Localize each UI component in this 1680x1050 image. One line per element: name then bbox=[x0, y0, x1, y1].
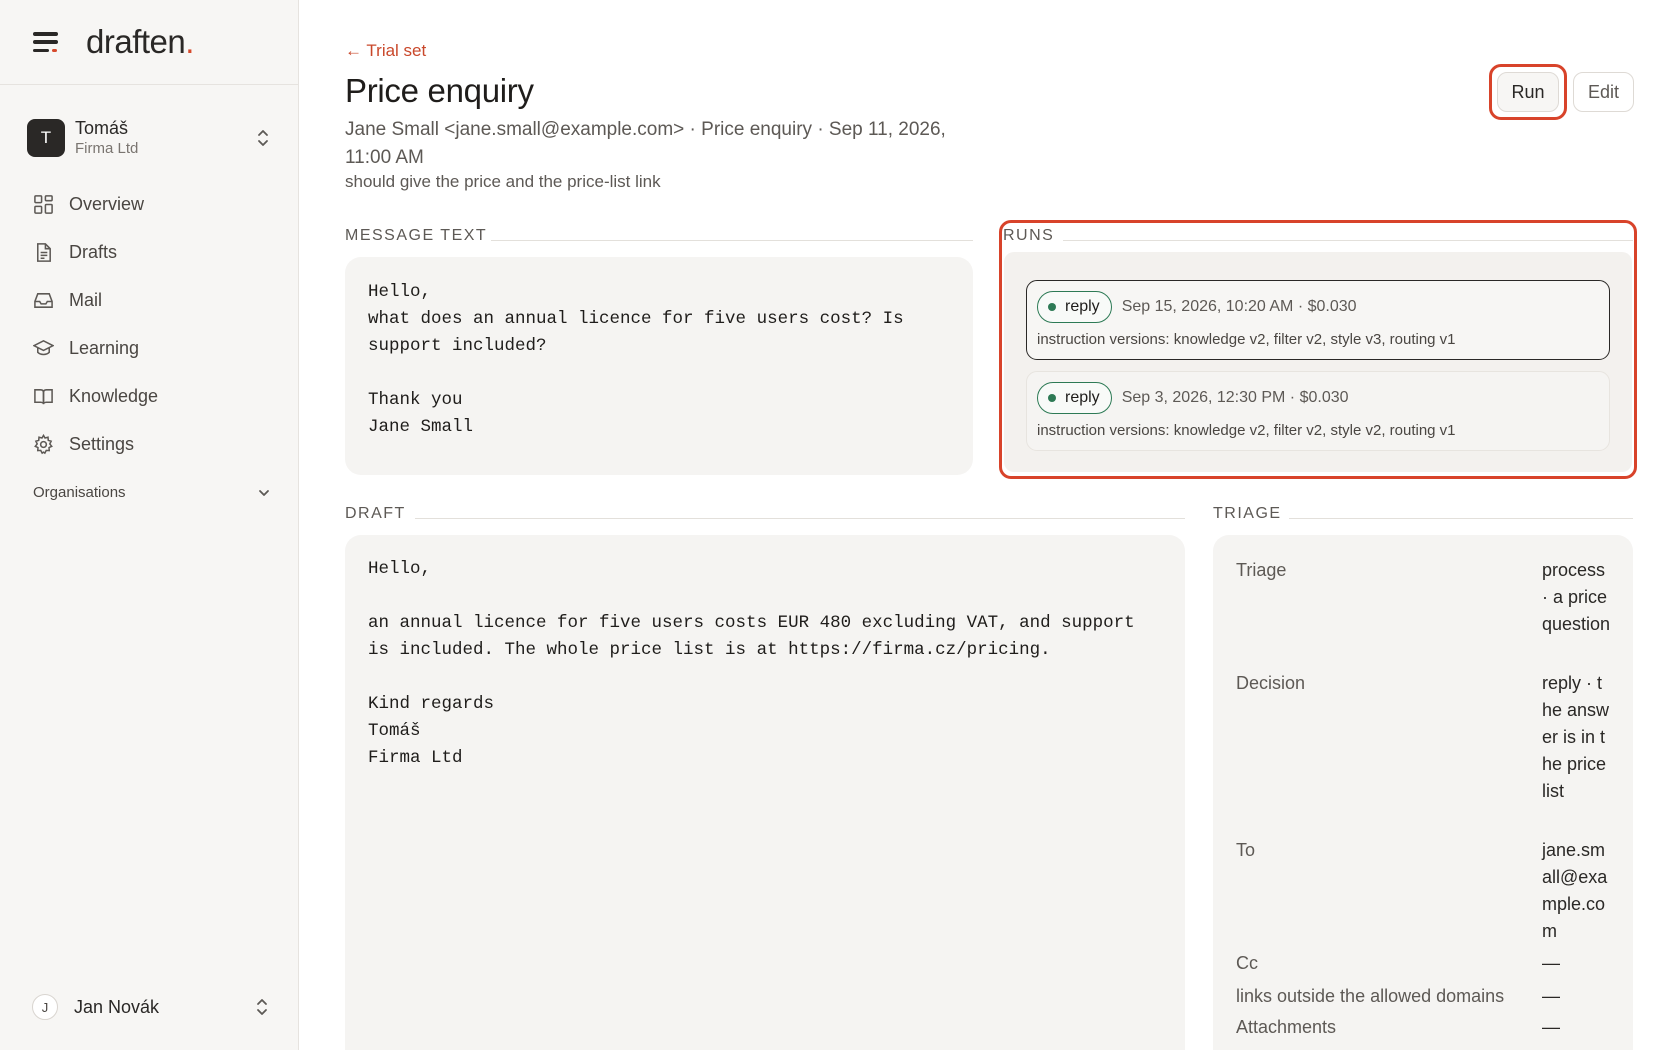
graduation-cap-icon bbox=[32, 337, 54, 359]
section-divider bbox=[1063, 240, 1633, 241]
triage-value: — bbox=[1542, 986, 1560, 1006]
section-divider bbox=[415, 518, 1185, 519]
status-badge: reply bbox=[1037, 291, 1112, 323]
triage-key: Attachments bbox=[1236, 1017, 1337, 1037]
chevron-up-down-icon bbox=[255, 127, 271, 149]
triage-key: Decision bbox=[1236, 673, 1306, 693]
message-card: Hello, what does an annual licence for f… bbox=[345, 257, 973, 475]
draft-label: DRAFT bbox=[345, 505, 406, 522]
runs-label: RUNS bbox=[1003, 227, 1055, 244]
inbox-icon bbox=[32, 289, 54, 311]
run-timestamp-cost: Sep 15, 2026, 10:20 AM · $0.030 bbox=[1121, 298, 1357, 315]
run-instruction-versions: instruction versions: knowledge v2, filt… bbox=[1037, 422, 1456, 439]
organisations-label: Organisations bbox=[33, 484, 126, 501]
org-name: Tomáš bbox=[75, 118, 129, 138]
triage-key: links outside the allowed domains bbox=[1236, 986, 1505, 1006]
document-icon bbox=[32, 241, 54, 263]
logo-dot: . bbox=[185, 23, 194, 60]
message-meta: Jane Small <jane.small@example.com> · Pr… bbox=[345, 119, 946, 168]
triage-value: — bbox=[1542, 953, 1560, 973]
back-link[interactable]: ← Trial set bbox=[345, 41, 426, 61]
status-badge: reply bbox=[1037, 382, 1112, 414]
triage-key: To bbox=[1236, 840, 1256, 860]
run-header: reply Sep 3, 2026, 12:30 PM · $0.030 bbox=[1037, 382, 1349, 414]
run-instruction-versions: instruction versions: knowledge v2, filt… bbox=[1037, 331, 1456, 348]
status-dot-icon bbox=[1048, 394, 1056, 402]
sidebar-item-drafts[interactable]: Drafts bbox=[27, 228, 271, 276]
user-avatar: J bbox=[32, 994, 58, 1020]
sidebar-item-label: Settings bbox=[69, 433, 135, 454]
triage-value: jane.small@example.com bbox=[1542, 840, 1608, 941]
section-divider bbox=[1289, 518, 1633, 519]
chevron-up-down-icon bbox=[254, 996, 270, 1018]
run-header: reply Sep 15, 2026, 10:20 AM · $0.030 bbox=[1037, 291, 1357, 323]
sidebar: draften. T Tomáš Firma Ltd Overview Draf… bbox=[0, 0, 299, 1050]
sidebar-item-label: Learning bbox=[69, 337, 140, 358]
sidebar-item-knowledge[interactable]: Knowledge bbox=[27, 372, 271, 420]
brand-header: draften. bbox=[0, 0, 298, 85]
org-avatar: T bbox=[27, 119, 65, 157]
org-switcher[interactable]: T Tomáš Firma Ltd bbox=[27, 116, 271, 160]
sidebar-item-learning[interactable]: Learning bbox=[27, 324, 271, 372]
run-button[interactable]: Run bbox=[1497, 72, 1559, 112]
triage-value: process · a price question bbox=[1542, 560, 1611, 634]
grid-icon bbox=[32, 193, 54, 215]
triage-key: Cc bbox=[1236, 953, 1258, 973]
sidebar-item-label: Drafts bbox=[69, 241, 118, 262]
triage-label: TRIAGE bbox=[1213, 505, 1282, 522]
book-icon bbox=[32, 385, 54, 407]
status-label: reply bbox=[1065, 389, 1100, 406]
triage-value: reply · the answer is in the price list bbox=[1542, 673, 1610, 801]
status-dot-icon bbox=[1048, 303, 1056, 311]
draft-body: Hello, an annual licence for five users … bbox=[368, 559, 1135, 768]
main-content: ← Trial set Price enquiry Jane Small <ja… bbox=[299, 0, 1680, 1050]
organisations-toggle[interactable]: Organisations bbox=[33, 484, 271, 501]
edit-button[interactable]: Edit bbox=[1573, 72, 1634, 112]
sidebar-item-label: Knowledge bbox=[69, 385, 159, 406]
draft-card: Hello, an annual licence for five users … bbox=[345, 535, 1185, 1050]
main-nav: Overview Drafts Mail Learning Knowledge … bbox=[27, 180, 271, 468]
chevron-down-icon bbox=[257, 486, 271, 500]
logo-text: draften bbox=[86, 23, 186, 60]
message-text-label: MESSAGE TEXT bbox=[345, 227, 488, 244]
section-divider bbox=[491, 240, 973, 241]
sidebar-item-mail[interactable]: Mail bbox=[27, 276, 271, 324]
menu-icon[interactable] bbox=[33, 32, 60, 52]
run-item[interactable]: reply Sep 3, 2026, 12:30 PM · $0.030 ins… bbox=[1026, 371, 1610, 451]
sidebar-item-settings[interactable]: Settings bbox=[27, 420, 271, 468]
org-subtitle: Firma Ltd bbox=[75, 140, 139, 157]
sidebar-item-overview[interactable]: Overview bbox=[27, 180, 271, 228]
logo[interactable]: draften. bbox=[86, 23, 194, 61]
run-item[interactable]: reply Sep 15, 2026, 10:20 AM · $0.030 in… bbox=[1026, 280, 1610, 360]
org-text: Tomáš Firma Ltd bbox=[75, 117, 255, 159]
user-name: Jan Novák bbox=[74, 996, 160, 1017]
page-title: Price enquiry bbox=[345, 72, 534, 109]
triage-value: — bbox=[1542, 1017, 1560, 1037]
status-label: reply bbox=[1065, 298, 1100, 315]
gear-icon bbox=[32, 433, 54, 455]
triage-key: Triage bbox=[1236, 560, 1287, 580]
test-expectation-note: should give the price and the price-list… bbox=[345, 172, 661, 191]
user-switcher[interactable]: J Jan Novák bbox=[32, 992, 270, 1022]
run-timestamp-cost: Sep 3, 2026, 12:30 PM · $0.030 bbox=[1121, 389, 1349, 406]
sidebar-item-label: Mail bbox=[69, 289, 103, 310]
sidebar-item-label: Overview bbox=[69, 193, 145, 214]
message-body: Hello, what does an annual licence for f… bbox=[368, 282, 904, 437]
